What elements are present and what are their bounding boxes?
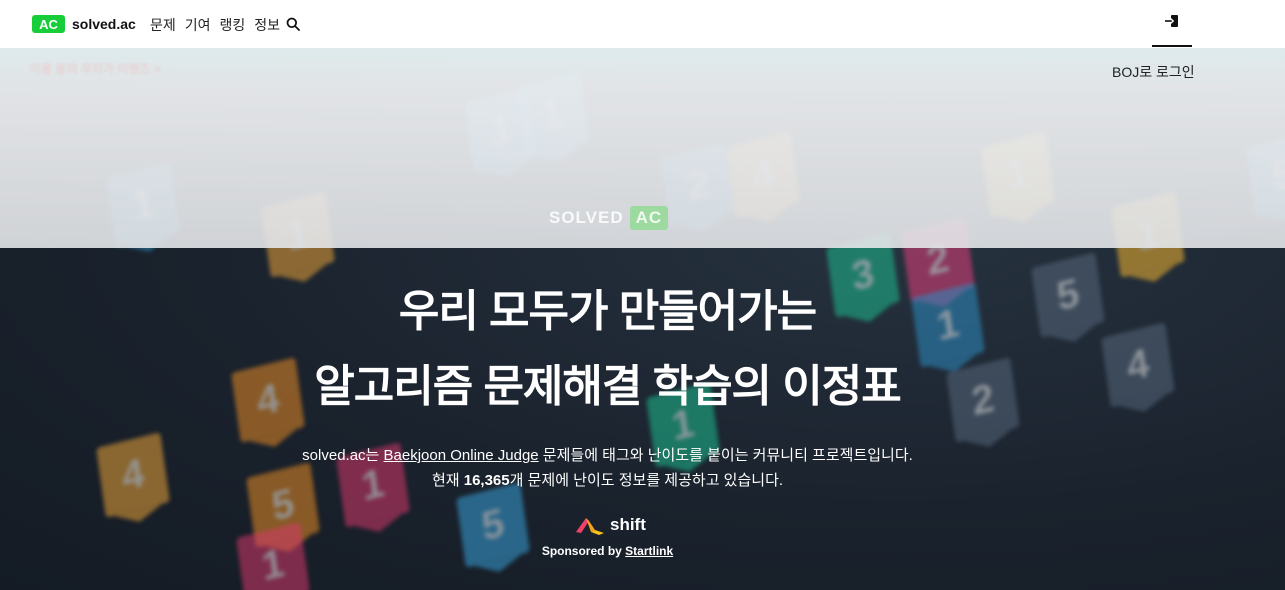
problem-count-text: 현재 16,365개 문제에 난이도 정보를 제공하고 있습니다.	[0, 469, 1215, 490]
logo-badge[interactable]: AC	[32, 15, 65, 33]
login-icon[interactable]	[1164, 13, 1180, 29]
sponsor-logo[interactable]: shift	[574, 514, 646, 536]
nav-item-info[interactable]: 정보	[254, 15, 280, 35]
background-logo-box: AC	[629, 206, 669, 230]
problem-count: 16,365	[463, 472, 510, 489]
logo-text[interactable]: solved.ac	[72, 16, 136, 32]
background-hint-text: 이용 등의 우리가 이렌즈 >	[30, 62, 161, 76]
main-nav: 문제 기여 랭킹 정보	[150, 15, 280, 35]
login-tab-indicator	[1152, 45, 1192, 47]
search-icon[interactable]	[286, 17, 300, 31]
background-logo: SOLVED AC	[549, 206, 669, 230]
desc-prefix: solved.ac는	[302, 447, 384, 464]
nav-item-problems[interactable]: 문제	[150, 15, 176, 35]
top-header: AC solved.ac 문제 기여 랭킹 정보	[0, 0, 1285, 48]
headline-line-1: 우리 모두가 만들어가는	[398, 287, 817, 336]
headline-line-2: 알고리즘 문제해결 학습의 이정표	[314, 362, 901, 411]
count-suffix: 개 문제에 난이도 정보를 제공하고 있습니다.	[509, 472, 784, 489]
desc-suffix: 문제들에 태그와 난이도를 붙이는 커뮤니티 프로젝트입니다.	[538, 447, 913, 464]
count-prefix: 현재	[431, 472, 464, 489]
shift-logo-icon	[576, 518, 604, 535]
hero-description: solved.ac는 Baekjoon Online Judge 문제들에 태그…	[0, 444, 1215, 465]
boj-login-link[interactable]: BOJ로 로그인	[1112, 62, 1195, 82]
boj-link[interactable]: Baekjoon Online Judge	[384, 447, 539, 464]
background-logo-word: SOLVED	[549, 208, 624, 227]
nav-item-contribute[interactable]: 기여	[185, 15, 211, 35]
nav-item-ranking[interactable]: 랭킹	[220, 15, 246, 35]
sponsor-prefix: Sponsored by	[541, 544, 626, 558]
startlink-link[interactable]: Startlink	[625, 544, 673, 558]
sponsor-line: Sponsored by Startlink	[0, 544, 1215, 558]
shift-logo-text: shift	[610, 515, 646, 534]
